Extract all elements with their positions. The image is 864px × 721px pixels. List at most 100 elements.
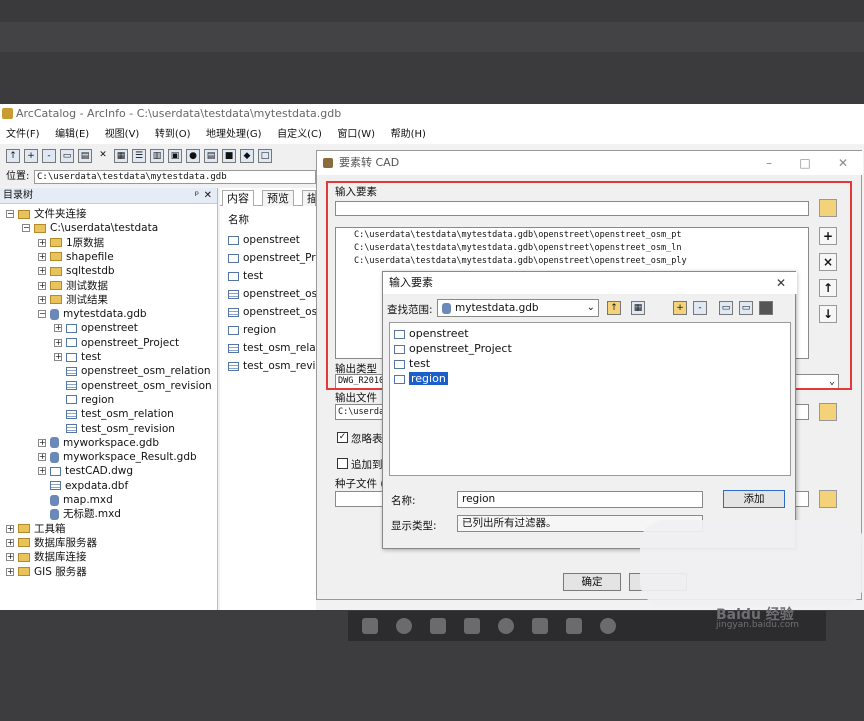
input-features-field[interactable]: [335, 201, 809, 216]
arcgis-icon[interactable]: [566, 618, 582, 634]
input-list-item[interactable]: C:\userdata\testdata\mytestdata.gdb\open…: [354, 243, 682, 253]
explorer-icon[interactable]: [464, 618, 480, 634]
pin-icon[interactable]: ᵖ: [195, 188, 199, 204]
tree-item[interactable]: test_osm_revision: [54, 422, 175, 436]
tree-item[interactable]: − 文件夹连接: [6, 207, 87, 221]
close-icon[interactable]: ✕: [825, 151, 861, 175]
list-item-selected[interactable]: region: [394, 371, 448, 386]
paste-icon[interactable]: ▤: [78, 149, 92, 163]
catalog-window-icon[interactable]: ▤: [204, 149, 218, 163]
expand-icon[interactable]: +: [6, 567, 14, 576]
connect-folder-icon[interactable]: +: [24, 149, 38, 163]
content-item[interactable]: test: [228, 268, 316, 284]
move-up-icon[interactable]: ↑: [819, 279, 837, 297]
connect-folder-icon[interactable]: +: [673, 301, 687, 315]
tree-item[interactable]: + testCAD.dwg: [38, 464, 133, 478]
content-item[interactable]: openstreet: [228, 232, 316, 248]
menu-view[interactable]: 视图(V): [105, 129, 140, 140]
collapse-icon[interactable]: −: [6, 210, 14, 218]
tree-item[interactable]: − C:\userdata\testdata: [22, 221, 158, 235]
list-item[interactable]: test: [394, 356, 430, 371]
chrome-icon[interactable]: [498, 618, 514, 634]
maximize-icon[interactable]: □: [787, 151, 823, 175]
up-folder-icon[interactable]: ↑: [6, 149, 20, 163]
name-input[interactable]: region: [457, 491, 703, 508]
expand-icon[interactable]: +: [38, 438, 46, 447]
python-icon[interactable]: ◆: [240, 149, 254, 163]
thumbnails-icon[interactable]: ▣: [168, 149, 182, 163]
expand-icon[interactable]: +: [38, 295, 46, 304]
picker-list[interactable]: openstreet openstreet_Project test regio…: [389, 322, 791, 476]
tree-item[interactable]: + openstreet: [54, 321, 138, 335]
menu-customize[interactable]: 自定义(C): [277, 129, 322, 140]
collapse-icon[interactable]: −: [22, 224, 30, 233]
scope-select[interactable]: mytestdata.gdb ⌄: [437, 299, 599, 317]
tree-item[interactable]: map.mxd: [38, 493, 113, 507]
tree-item[interactable]: − mytestdata.gdb: [38, 307, 147, 321]
expand-icon[interactable]: +: [38, 281, 46, 290]
tab-preview[interactable]: 预览: [262, 190, 294, 206]
close-icon[interactable]: ✕: [204, 188, 212, 204]
tree-item[interactable]: openstreet_osm_relation: [54, 364, 211, 378]
expand-icon[interactable]: +: [38, 453, 46, 462]
tree-item[interactable]: test_osm_relation: [54, 407, 174, 421]
delete-icon[interactable]: ▭: [739, 301, 753, 315]
content-item[interactable]: openstreet_osr: [228, 304, 316, 320]
input-list-item[interactable]: C:\userdata\testdata\mytestdata.gdb\open…: [354, 256, 687, 266]
tree-item[interactable]: + 工具箱: [6, 522, 66, 536]
excel-icon[interactable]: [532, 618, 548, 634]
windows-start-icon[interactable]: [362, 618, 378, 634]
close-icon[interactable]: ✕: [763, 272, 799, 294]
list-icon[interactable]: ☰: [132, 149, 146, 163]
menu-geoprocessing[interactable]: 地理处理(G): [206, 129, 262, 140]
collapse-icon[interactable]: −: [38, 310, 46, 319]
content-item[interactable]: test_osm_revisi: [228, 358, 316, 374]
tree-item[interactable]: + 数据库连接: [6, 550, 87, 564]
content-item[interactable]: openstreet_osn: [228, 286, 316, 302]
tree-item[interactable]: expdata.dbf: [38, 479, 128, 493]
menu-goto[interactable]: 转到(O): [155, 129, 191, 140]
up-level-icon[interactable]: ↑: [607, 301, 621, 315]
menu-edit[interactable]: 编辑(E): [55, 129, 89, 140]
expand-icon[interactable]: +: [38, 252, 46, 261]
content-item[interactable]: test_osm_relati: [228, 340, 316, 356]
disconnect-icon[interactable]: -: [693, 301, 707, 315]
add-button[interactable]: 添加: [723, 490, 785, 508]
tree-item[interactable]: + test: [54, 350, 101, 364]
tree-item[interactable]: openstreet_osm_revision: [54, 379, 212, 393]
tree-item[interactable]: 无标题.mxd: [38, 507, 121, 521]
tree-item[interactable]: + GIS 服务器: [6, 565, 87, 579]
tab-contents[interactable]: 内容: [222, 190, 254, 206]
tree-item[interactable]: region: [54, 393, 114, 407]
tree-item[interactable]: + myworkspace_Result.gdb: [38, 450, 197, 464]
app-icon[interactable]: [600, 618, 616, 634]
tree-item[interactable]: + 数据库服务器: [6, 536, 97, 550]
minimize-icon[interactable]: –: [751, 151, 787, 175]
content-item[interactable]: openstreet_Pro: [228, 250, 316, 266]
expand-icon[interactable]: +: [6, 524, 14, 533]
menu-help[interactable]: 帮助(H): [391, 129, 426, 140]
expand-icon[interactable]: +: [38, 467, 46, 476]
expand-icon[interactable]: +: [54, 324, 62, 333]
disconnect-folder-icon[interactable]: -: [42, 149, 56, 163]
expand-icon[interactable]: +: [38, 238, 46, 247]
view-menu-icon[interactable]: ▦: [631, 301, 645, 315]
content-item[interactable]: region: [228, 322, 316, 338]
tree-item[interactable]: + openstreet_Project: [54, 336, 179, 350]
options-icon[interactable]: [759, 301, 773, 315]
open-folder-icon[interactable]: [819, 199, 837, 217]
menu-file[interactable]: 文件(F): [6, 129, 40, 140]
remove-icon[interactable]: ×: [819, 253, 837, 271]
column-name-header[interactable]: 名称: [228, 212, 316, 228]
expand-icon[interactable]: +: [54, 338, 62, 347]
ok-button[interactable]: 确定: [563, 573, 621, 591]
copy-icon[interactable]: ▭: [60, 149, 74, 163]
toolbox-icon[interactable]: ■: [222, 149, 236, 163]
task-view-icon[interactable]: [430, 618, 446, 634]
add-icon[interactable]: +: [819, 227, 837, 245]
ignore-checkbox[interactable]: ✓: [337, 432, 348, 443]
list-item[interactable]: openstreet_Project: [394, 341, 512, 356]
menu-window[interactable]: 窗口(W): [337, 129, 375, 140]
search-icon[interactable]: [396, 618, 412, 634]
append-checkbox[interactable]: [337, 458, 348, 469]
